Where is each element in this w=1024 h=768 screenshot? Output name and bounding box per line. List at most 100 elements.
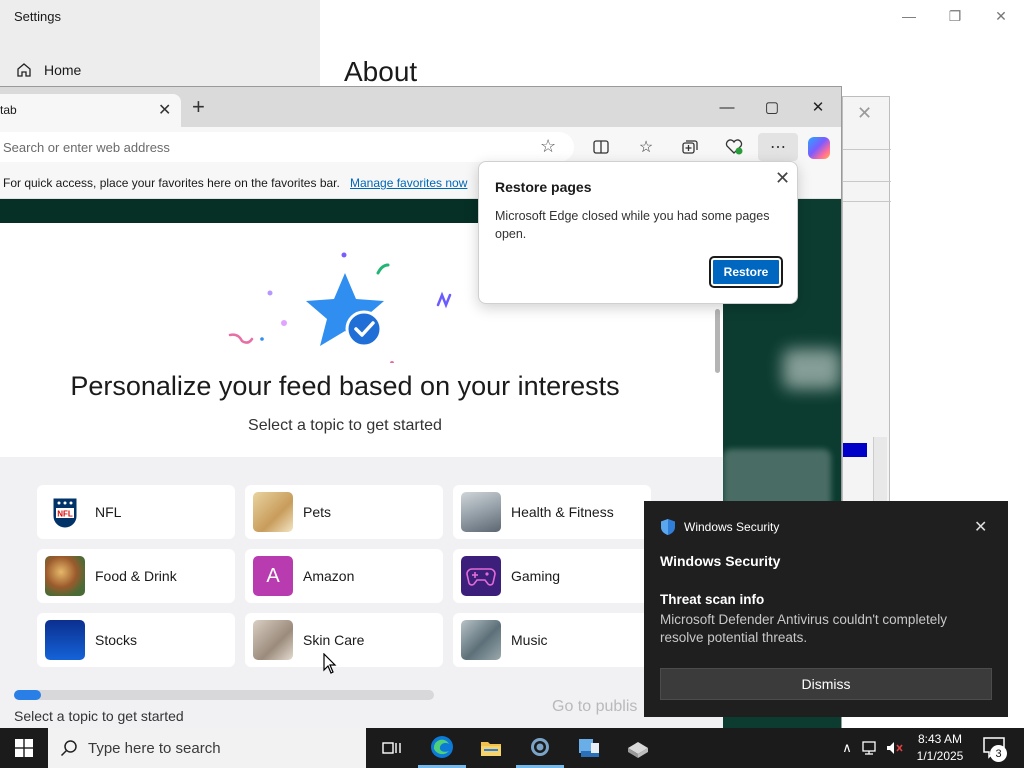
- topic-label: Music: [511, 632, 548, 648]
- topic-label: Food & Drink: [95, 568, 177, 584]
- fitness-thumbnail-icon: [461, 492, 501, 532]
- taskbar-search-box[interactable]: Type here to search: [48, 728, 366, 768]
- split-screen-icon[interactable]: [587, 133, 615, 161]
- volume-muted-icon[interactable]: [884, 728, 906, 768]
- copilot-icon[interactable]: [808, 137, 830, 159]
- feed-subheadline: Select a topic to get started: [248, 417, 442, 434]
- background-dialog-close-icon[interactable]: ✕: [857, 103, 872, 124]
- toast-heading: Windows Security: [660, 553, 781, 569]
- toast-subtitle: Threat scan info: [660, 592, 765, 607]
- topic-card-music[interactable]: Music: [453, 613, 651, 667]
- divider: [843, 201, 891, 202]
- taskbar-system-info-icon[interactable]: [565, 728, 613, 768]
- go-to-publisher-button[interactable]: Go to publis: [552, 698, 637, 716]
- taskbar: Type here to search ∧ 8:43 AM 1/1/2025 3: [0, 728, 1024, 768]
- restore-popup-body: Microsoft Edge closed while you had some…: [495, 209, 770, 241]
- topic-card-skin-care[interactable]: Skin Care: [245, 613, 443, 667]
- celebration-star-illustration: [228, 252, 452, 363]
- taskbar-search-placeholder: Type here to search: [88, 739, 221, 757]
- toast-close-icon[interactable]: ✕: [974, 517, 987, 537]
- taskbar-edge-icon[interactable]: [418, 728, 466, 768]
- restore-button[interactable]: Restore: [709, 256, 783, 288]
- restore-popup-close-icon[interactable]: ✕: [775, 168, 790, 189]
- close-button[interactable]: ✕: [798, 95, 838, 119]
- shield-icon: [661, 519, 675, 535]
- topic-card-pets[interactable]: Pets: [245, 485, 443, 539]
- selected-row[interactable]: [843, 443, 867, 457]
- task-view-icon[interactable]: [368, 728, 416, 768]
- favorite-star-icon[interactable]: ☆: [540, 136, 556, 157]
- tab-title: tab: [0, 103, 17, 117]
- progress-prompt: Select a topic to get started: [14, 708, 184, 724]
- mouse-cursor-icon: [323, 653, 337, 674]
- topic-card-stocks[interactable]: Stocks: [37, 613, 235, 667]
- skin-care-thumbnail-icon: [253, 620, 293, 660]
- settings-minimize-button[interactable]: ―: [886, 0, 932, 32]
- topic-card-health-fitness[interactable]: Health & Fitness: [453, 485, 651, 539]
- show-hidden-icons-chevron-icon[interactable]: ∧: [838, 728, 856, 768]
- address-placeholder: Search or enter web address: [3, 140, 170, 155]
- topic-card-gaming[interactable]: Gaming: [453, 549, 651, 603]
- restore-pages-popup: Restore pages ✕ Microsoft Edge closed wh…: [478, 161, 798, 304]
- page-scrollbar[interactable]: [715, 309, 720, 373]
- taskbar-app-icon[interactable]: [614, 728, 662, 768]
- dismiss-button[interactable]: Dismiss: [660, 668, 992, 700]
- topic-label: Health & Fitness: [511, 504, 614, 520]
- food-thumbnail-icon: [45, 556, 85, 596]
- stocks-thumbnail-icon: [45, 620, 85, 660]
- topic-card-food-drink[interactable]: Food & Drink: [37, 549, 235, 603]
- settings-nav-home-label: Home: [44, 62, 82, 78]
- topic-label: Amazon: [303, 568, 355, 584]
- topic-card-nfl[interactable]: NFL NFL: [37, 485, 235, 539]
- topic-label: Stocks: [95, 632, 138, 648]
- amazon-letter-icon: A: [253, 556, 293, 596]
- panel-highlight: [783, 349, 841, 389]
- manage-favorites-link[interactable]: Manage favorites now: [350, 176, 467, 190]
- toast-body: Microsoft Defender Antivirus couldn't co…: [660, 612, 947, 645]
- clock-time: 8:43 AM: [917, 732, 963, 746]
- settings-nav-home[interactable]: Home: [16, 62, 81, 78]
- taskbar-clock[interactable]: 8:43 AM 1/1/2025: [908, 731, 972, 765]
- topic-label: Skin Care: [303, 632, 365, 648]
- clock-date: 1/1/2025: [916, 749, 964, 763]
- search-icon: [60, 740, 77, 757]
- topic-progress-fill: [14, 690, 42, 700]
- settings-and-more-button[interactable]: ⋯: [758, 133, 798, 161]
- vertical-scrollbar[interactable]: [873, 437, 887, 505]
- topic-card-amazon[interactable]: A Amazon: [245, 549, 443, 603]
- start-button[interactable]: [0, 728, 48, 768]
- address-bar[interactable]: Search or enter web address ☆: [0, 132, 574, 162]
- panel-card: [723, 449, 831, 509]
- home-icon: [17, 63, 31, 77]
- network-icon[interactable]: [860, 728, 882, 768]
- settings-close-button[interactable]: ✕: [978, 0, 1024, 32]
- collections-icon[interactable]: [676, 133, 704, 161]
- taskbar-file-explorer-icon[interactable]: [467, 728, 515, 768]
- taskbar-settings-icon[interactable]: [516, 728, 564, 768]
- restore-popup-title: Restore pages: [495, 179, 592, 195]
- tab-new-tab[interactable]: tab ✕: [0, 94, 181, 127]
- settings-restore-button[interactable]: ❐: [932, 0, 978, 32]
- windows-logo-icon: [15, 739, 33, 757]
- background-dialog-window: ✕: [842, 96, 891, 506]
- svg-text:NFL: NFL: [57, 510, 73, 519]
- tab-strip: tab ✕ + ― ▢ ✕: [0, 87, 841, 127]
- divider: [843, 181, 891, 182]
- favorites-icon[interactable]: ☆: [632, 133, 660, 161]
- topic-label: Pets: [303, 504, 332, 520]
- topic-label: NFL: [95, 504, 122, 520]
- topic-label: Gaming: [511, 568, 561, 584]
- windows-security-toast: Windows Security ✕ Windows Security Thre…: [644, 501, 1008, 717]
- favorites-bar-message: For quick access, place your favorites h…: [3, 176, 340, 190]
- browser-essentials-icon[interactable]: [720, 133, 748, 161]
- settings-title: Settings: [14, 9, 61, 24]
- feed-headline: Personalize your feed based on your inte…: [70, 371, 620, 401]
- music-thumbnail-icon: [461, 620, 501, 660]
- maximize-button[interactable]: ▢: [752, 95, 792, 119]
- toast-app-name: Windows Security: [684, 520, 780, 534]
- new-tab-button[interactable]: +: [192, 96, 205, 118]
- tab-close-icon[interactable]: ✕: [158, 100, 171, 120]
- gaming-controller-icon: [461, 556, 501, 596]
- settings-page-title: About: [344, 56, 418, 87]
- minimize-button[interactable]: ―: [707, 95, 747, 119]
